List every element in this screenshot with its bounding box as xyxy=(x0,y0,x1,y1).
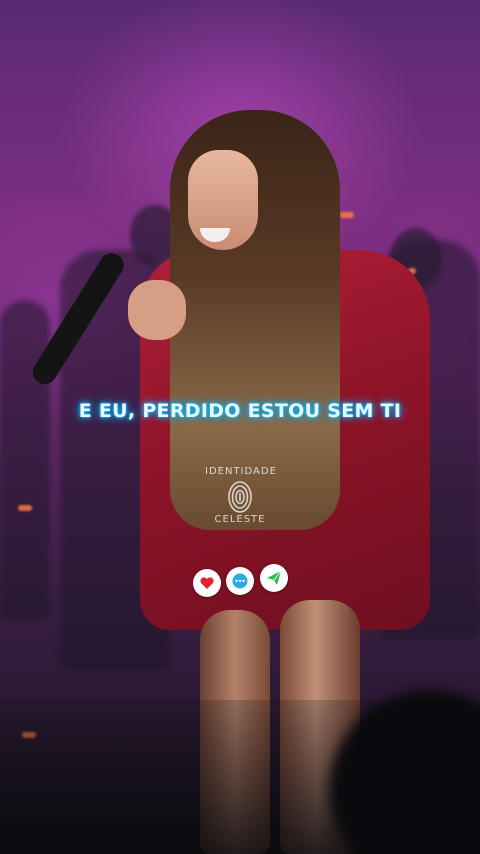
like-button[interactable] xyxy=(193,569,221,597)
background-musician xyxy=(0,300,50,620)
fingerprint-icon xyxy=(228,481,252,513)
send-icon xyxy=(267,570,282,585)
lyric-caption: E EU, PERDIDO ESTOU SEM TI xyxy=(78,400,402,422)
share-button[interactable] xyxy=(260,564,288,592)
video-frame[interactable]: E EU, PERDIDO ESTOU SEM TI IDENTIDADE CE… xyxy=(0,0,480,854)
watermark-bottom-text: CELESTE xyxy=(214,514,266,525)
singer-hand xyxy=(128,280,186,340)
stage-spark xyxy=(18,505,32,511)
comment-icon xyxy=(232,573,248,589)
action-buttons xyxy=(193,564,293,597)
watermark-top-text: IDENTIDADE xyxy=(205,466,277,477)
comment-button[interactable] xyxy=(226,567,254,595)
watermark-logo: IDENTIDADE CELESTE xyxy=(205,462,277,532)
heart-icon xyxy=(200,577,214,589)
stage-spark xyxy=(340,212,354,218)
